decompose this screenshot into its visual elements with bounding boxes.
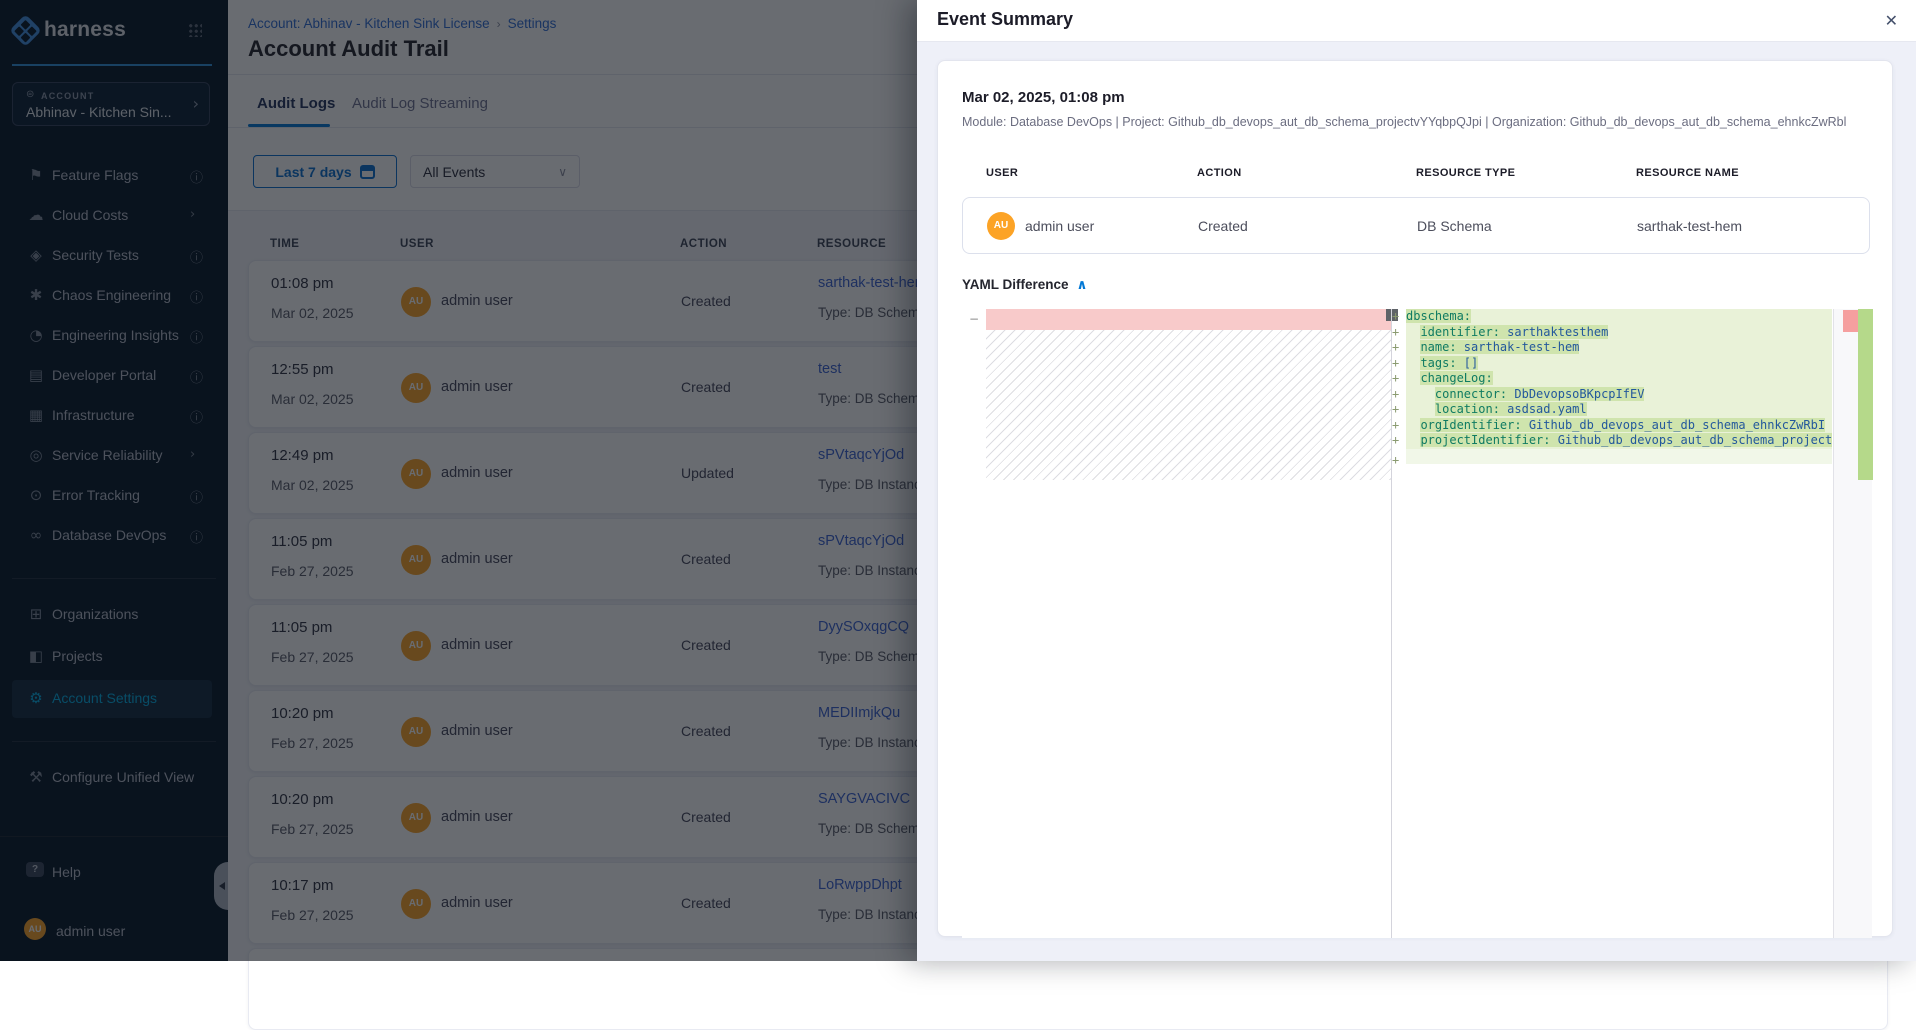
diff-added-line: + changeLog: — [1392, 371, 1832, 387]
event-row: AU admin user Created DB Schema sarthak-… — [962, 197, 1870, 254]
yaml-difference-toggle[interactable]: YAML Difference ∧ — [962, 277, 1088, 293]
added-line-marker: + — [1392, 387, 1406, 403]
close-icon[interactable]: ✕ — [1885, 11, 1898, 30]
diff-added-line: + tags: [] — [1392, 356, 1832, 372]
event-resource-name: sarthak-test-hem — [1637, 218, 1742, 234]
diff-old-pane — [986, 309, 1391, 938]
added-line-marker: + — [1392, 433, 1406, 449]
diff-added-line: + name: sarthak-test-hem — [1392, 340, 1832, 356]
yaml-difference-label: YAML Difference — [962, 277, 1069, 292]
added-line-marker: + — [1392, 325, 1406, 341]
added-line-marker: + — [1392, 402, 1406, 418]
removed-line — [986, 309, 1391, 330]
overview-added-mark — [1858, 309, 1873, 480]
avatar: AU — [987, 212, 1015, 240]
column-header-resource-type: RESOURCE TYPE — [1416, 167, 1515, 179]
drawer-title: Event Summary — [937, 9, 1073, 30]
removed-line-marker: − — [962, 309, 986, 330]
event-summary-card: Mar 02, 2025, 01:08 pm Module: Database … — [937, 60, 1893, 937]
event-user: admin user — [1025, 218, 1094, 234]
added-line-marker: + — [1392, 340, 1406, 356]
column-header-resource-name: RESOURCE NAME — [1636, 167, 1739, 179]
diff-overview-ruler[interactable] — [1833, 309, 1872, 938]
added-line-marker: + — [1392, 356, 1406, 372]
overview-removed-mark — [1843, 310, 1858, 332]
added-line-marker: + — [1392, 309, 1406, 325]
chevron-up-icon: ∧ — [1077, 277, 1088, 293]
diff-added-line: + connector: DbDevopsoBKpcpIfEV — [1392, 387, 1832, 403]
column-header-action: ACTION — [1197, 167, 1242, 179]
added-line-marker: + — [1392, 418, 1406, 434]
diff-empty-hatch — [986, 330, 1391, 480]
column-header-user: USER — [986, 167, 1018, 179]
drawer-header: Event Summary ✕ — [917, 0, 1916, 42]
diff-added-line: + identifier: sarthaktesthem — [1392, 325, 1832, 341]
event-timestamp: Mar 02, 2025, 01:08 pm — [962, 89, 1125, 106]
added-line-marker: + — [1392, 453, 1406, 464]
event-meta: Module: Database DevOps | Project: Githu… — [962, 115, 1872, 129]
diff-added-line: + projectIdentifier: Github_db_devops_au… — [1392, 433, 1832, 449]
event-action: Created — [1198, 218, 1248, 234]
event-resource-type: DB Schema — [1417, 218, 1492, 234]
modal-backdrop[interactable] — [0, 0, 917, 961]
diff-added-line-empty: + — [1392, 449, 1832, 465]
yaml-diff-viewer: − +dbschema:+ identifier: sarthaktesthem… — [962, 309, 1872, 938]
diff-added-line: +dbschema: — [1392, 309, 1832, 325]
added-line-marker: + — [1392, 371, 1406, 387]
diff-added-line: + location: asdsad.yaml — [1392, 402, 1832, 418]
event-summary-drawer: Event Summary ✕ Mar 02, 2025, 01:08 pm M… — [917, 0, 1916, 961]
diff-new-pane: +dbschema:+ identifier: sarthaktesthem+ … — [1392, 309, 1832, 938]
diff-added-line: + orgIdentifier: Github_db_devops_aut_db… — [1392, 418, 1832, 434]
